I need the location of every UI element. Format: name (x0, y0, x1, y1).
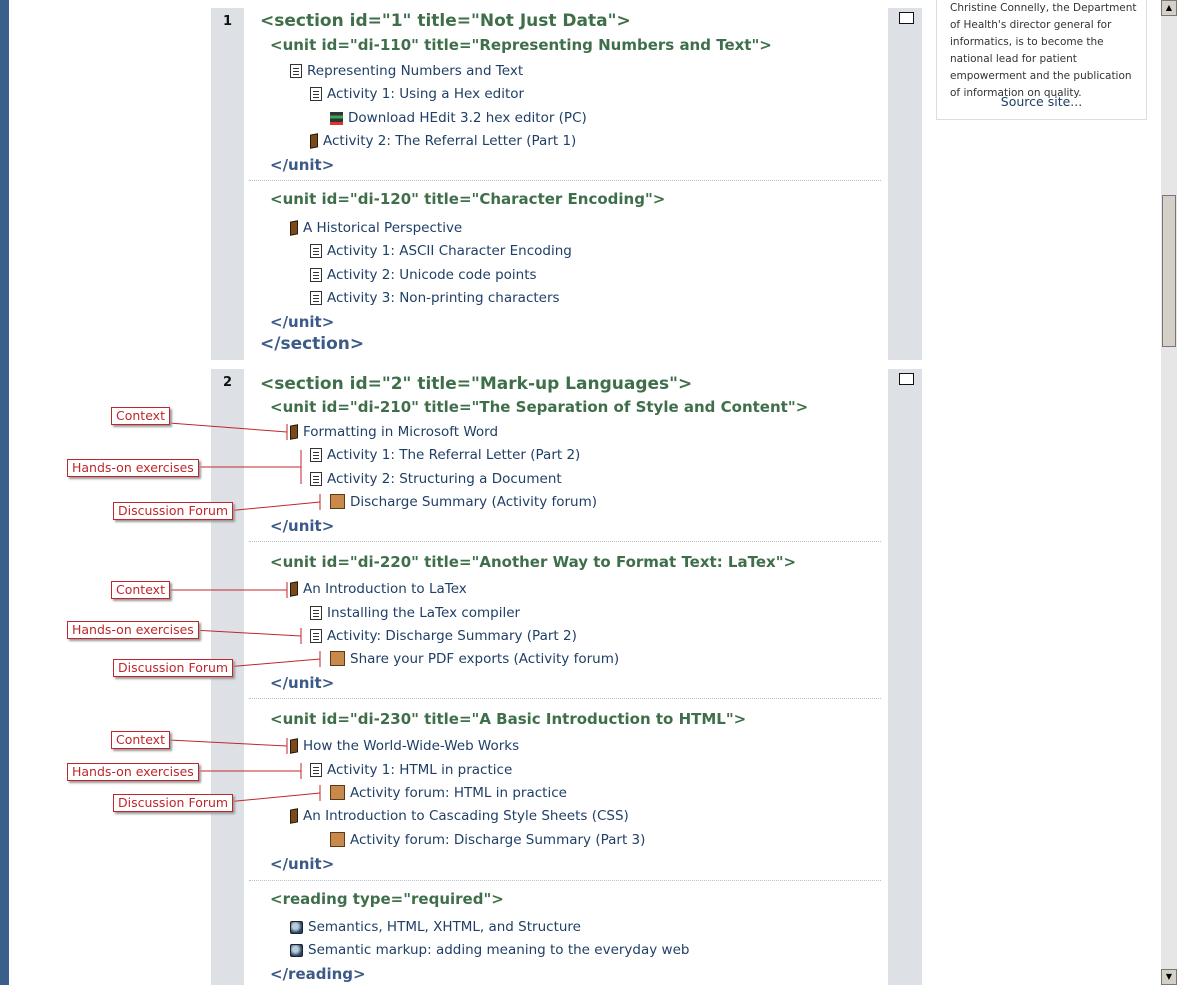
section-open-tag: <section id="2" title="Mark-up Languages… (260, 374, 693, 394)
book-icon (290, 581, 298, 597)
globe-icon (290, 944, 303, 957)
annotation-hands-on: Hands-on exercises (67, 763, 199, 781)
section-2: 2 <section id="2" title="Mark-up Languag… (211, 369, 922, 985)
unit-close-tag: </unit> (270, 855, 335, 873)
globe-icon (290, 921, 303, 934)
page-icon (310, 763, 322, 777)
vertical-scrollbar[interactable]: ▲ ▼ (1161, 0, 1177, 985)
list-item[interactable]: Share your PDF exports (Activity forum) (330, 651, 619, 667)
list-item[interactable]: Download HEdit 3.2 hex editor (PC) (330, 110, 587, 126)
unit-close-tag: </unit> (270, 313, 335, 331)
section-number: 2 (222, 375, 233, 390)
annotation-hands-on: Hands-on exercises (67, 621, 199, 639)
list-item[interactable]: How the World-Wide-Web Works (290, 738, 519, 754)
book-icon (290, 424, 298, 440)
list-item[interactable]: Discharge Summary (Activity forum) (330, 494, 597, 510)
divider (249, 541, 881, 542)
list-item[interactable]: Formatting in Microsoft Word (290, 424, 498, 440)
list-item[interactable]: An Introduction to LaTex (290, 581, 467, 597)
left-edge-bar (0, 0, 9, 985)
section-1: 1 <section id="1" title="Not Just Data">… (211, 8, 922, 360)
page-icon (310, 244, 322, 258)
source-link[interactable]: Source site... (937, 94, 1146, 109)
forum-icon (330, 651, 345, 666)
list-item[interactable]: Activity forum: Discharge Summary (Part … (330, 832, 645, 848)
unit-close-tag: </unit> (270, 156, 335, 174)
section-checkbox[interactable] (899, 12, 914, 24)
scrollbar-thumb[interactable] (1162, 195, 1176, 347)
unit-open-tag: <unit id="di-210" title="The Separation … (270, 398, 809, 416)
reading-close-tag: </reading> (270, 965, 366, 983)
section-open-tag: <section id="1" title="Not Just Data"> (260, 11, 631, 31)
unit-open-tag: <unit id="di-230" title="A Basic Introdu… (270, 710, 747, 728)
page-icon (310, 87, 322, 101)
unit-close-tag: </unit> (270, 674, 335, 692)
annotation-forum: Discussion Forum (113, 794, 234, 812)
divider (249, 180, 881, 181)
download-icon (330, 112, 343, 125)
book-icon (290, 808, 298, 824)
unit-open-tag: <unit id="di-110" title="Representing Nu… (270, 36, 772, 54)
book-icon (290, 738, 298, 754)
list-item[interactable]: Activity 2: Structuring a Document (310, 471, 562, 487)
forum-icon (330, 832, 345, 847)
page-icon (310, 606, 322, 620)
list-item[interactable]: An Introduction to Cascading Style Sheet… (290, 808, 629, 824)
annotation-forum: Discussion Forum (113, 659, 234, 677)
page-icon (310, 291, 322, 305)
forum-icon (330, 494, 345, 509)
list-item[interactable]: Semantics, HTML, XHTML, and Structure (290, 919, 581, 935)
unit-close-tag: </unit> (270, 517, 335, 535)
list-item[interactable]: Activity 2: The Referral Letter (Part 1) (310, 133, 576, 149)
list-item[interactable]: Activity 2: Unicode code points (310, 267, 537, 283)
news-text: Christine Connelly, the Department of He… (950, 2, 1137, 99)
unit-open-tag: <unit id="di-120" title="Character Encod… (270, 190, 666, 208)
section-content: <section id="2" title="Mark-up Languages… (244, 369, 888, 985)
list-item[interactable]: Activity 1: Using a Hex editor (310, 86, 524, 102)
forum-icon (330, 785, 345, 800)
book-icon (290, 220, 298, 236)
list-item[interactable]: Activity: Discharge Summary (Part 2) (310, 628, 577, 644)
scroll-down-icon[interactable]: ▼ (1161, 969, 1177, 985)
list-item[interactable]: Activity 3: Non-printing characters (310, 290, 560, 306)
list-item[interactable]: A Historical Perspective (290, 220, 462, 236)
page-icon (290, 64, 302, 78)
list-item[interactable]: Activity forum: HTML in practice (330, 785, 567, 801)
scroll-up-icon[interactable]: ▲ (1161, 0, 1177, 16)
page-icon (310, 268, 322, 282)
annotation-context: Context (111, 407, 170, 425)
annotation-context: Context (111, 731, 170, 749)
list-item[interactable]: Representing Numbers and Text (290, 63, 523, 79)
section-content: <section id="1" title="Not Just Data"> <… (244, 8, 888, 360)
list-item[interactable]: Activity 1: ASCII Character Encoding (310, 243, 572, 259)
book-icon (310, 133, 318, 149)
news-block: Christine Connelly, the Department of He… (936, 0, 1147, 120)
unit-open-tag: <unit id="di-220" title="Another Way to … (270, 553, 797, 571)
annotation-hands-on: Hands-on exercises (67, 459, 199, 477)
page-icon (310, 448, 322, 462)
annotation-forum: Discussion Forum (113, 502, 234, 520)
page-icon (310, 629, 322, 643)
section-checkbox[interactable] (899, 373, 914, 385)
reading-open-tag: <reading type="required"> (270, 890, 504, 908)
page-icon (310, 472, 322, 486)
list-item[interactable]: Activity 1: The Referral Letter (Part 2) (310, 447, 580, 463)
list-item[interactable]: Installing the LaTex compiler (310, 605, 520, 621)
divider (249, 880, 881, 881)
list-item[interactable]: Semantic markup: adding meaning to the e… (290, 942, 689, 958)
section-close-tag: </section> (260, 334, 365, 354)
list-item[interactable]: Activity 1: HTML in practice (310, 762, 512, 778)
section-number: 1 (222, 14, 233, 29)
divider (249, 698, 881, 699)
annotation-context: Context (111, 581, 170, 599)
